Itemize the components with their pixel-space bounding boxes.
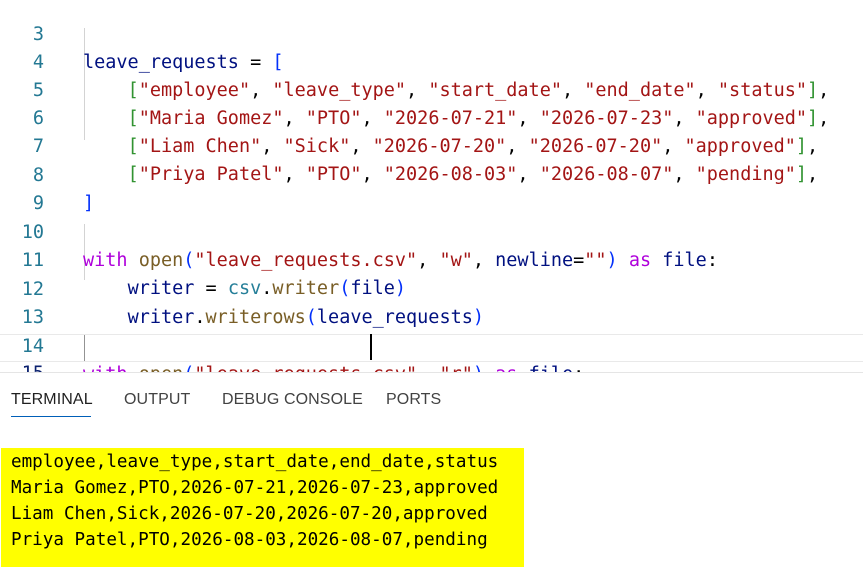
tab-output[interactable]: OUTPUT	[124, 391, 190, 409]
terminal-line: Priya Patel,PTO,2026-08-03,2026-08-07,pe…	[11, 530, 488, 550]
text-cursor	[370, 334, 372, 360]
code-token: (	[183, 364, 194, 372]
bottom-panel: TERMINAL OUTPUT DEBUG CONSOLE PORTS empl…	[0, 372, 863, 567]
terminal-line: Maria Gomez,PTO,2026-07-21,2026-07-23,ap…	[11, 478, 499, 498]
code-token: as	[495, 364, 517, 372]
tab-terminal[interactable]: TERMINAL	[11, 391, 93, 409]
code-line[interactable]: 4 ["employee", "leave_type", "start_date…	[0, 21, 863, 101]
code-line[interactable]: 12 writer.writerows(leave_requests)	[0, 248, 863, 328]
code-token: with	[83, 364, 128, 372]
code-line[interactable]: 5 ["Maria Gomez", "PTO", "2026-07-21", "…	[0, 49, 863, 129]
code-line[interactable]: 7 ["Priya Patel", "PTO", "2026-08-03", "…	[0, 105, 863, 185]
code-line[interactable]: 6 ["Liam Chen", "Sick", "2026-07-20", "2…	[0, 77, 863, 157]
code-editor[interactable]: 3 leave_requests = [ 4 ["employee", "lea…	[0, 0, 863, 372]
code-text: with open("leave_requests.csv", "r") as …	[83, 361, 863, 372]
code-line[interactable]: 11 writer = csv.writer(file)	[0, 219, 863, 299]
current-code-line[interactable]: 15 print(file.read())	[0, 334, 863, 372]
code-line[interactable]: 14 with open("leave_requests.csv", "r") …	[0, 305, 863, 372]
code-line[interactable]: 9	[0, 162, 863, 214]
panel-tabs: TERMINAL OUTPUT DEBUG CONSOLE PORTS	[0, 373, 863, 421]
active-line-number: 15	[0, 361, 44, 372]
terminal-line: Liam Chen,Sick,2026-07-20,2026-07-20,app…	[11, 504, 488, 524]
code-token: open	[139, 364, 184, 372]
code-token: "leave_requests.csv"	[194, 364, 417, 372]
code-line[interactable]: 13	[0, 276, 863, 328]
terminal-output[interactable]: employee,leave_type,start_date,end_date,…	[1, 448, 524, 567]
code-token: ,	[417, 364, 439, 372]
code-line[interactable]: 10 with open("leave_requests.csv", "w", …	[0, 191, 863, 271]
code-line[interactable]: 3 leave_requests = [	[0, 0, 863, 73]
code-line[interactable]: 8 ]	[0, 134, 863, 214]
code-token: )	[473, 364, 484, 372]
code-token: file	[529, 364, 574, 372]
tab-debug-console[interactable]: DEBUG CONSOLE	[222, 391, 363, 409]
code-token: "r"	[439, 364, 472, 372]
terminal-line: employee,leave_type,start_date,end_date,…	[11, 452, 499, 472]
code-token: :	[573, 364, 584, 372]
tab-ports[interactable]: PORTS	[386, 391, 441, 409]
active-tab-indicator	[11, 416, 91, 417]
